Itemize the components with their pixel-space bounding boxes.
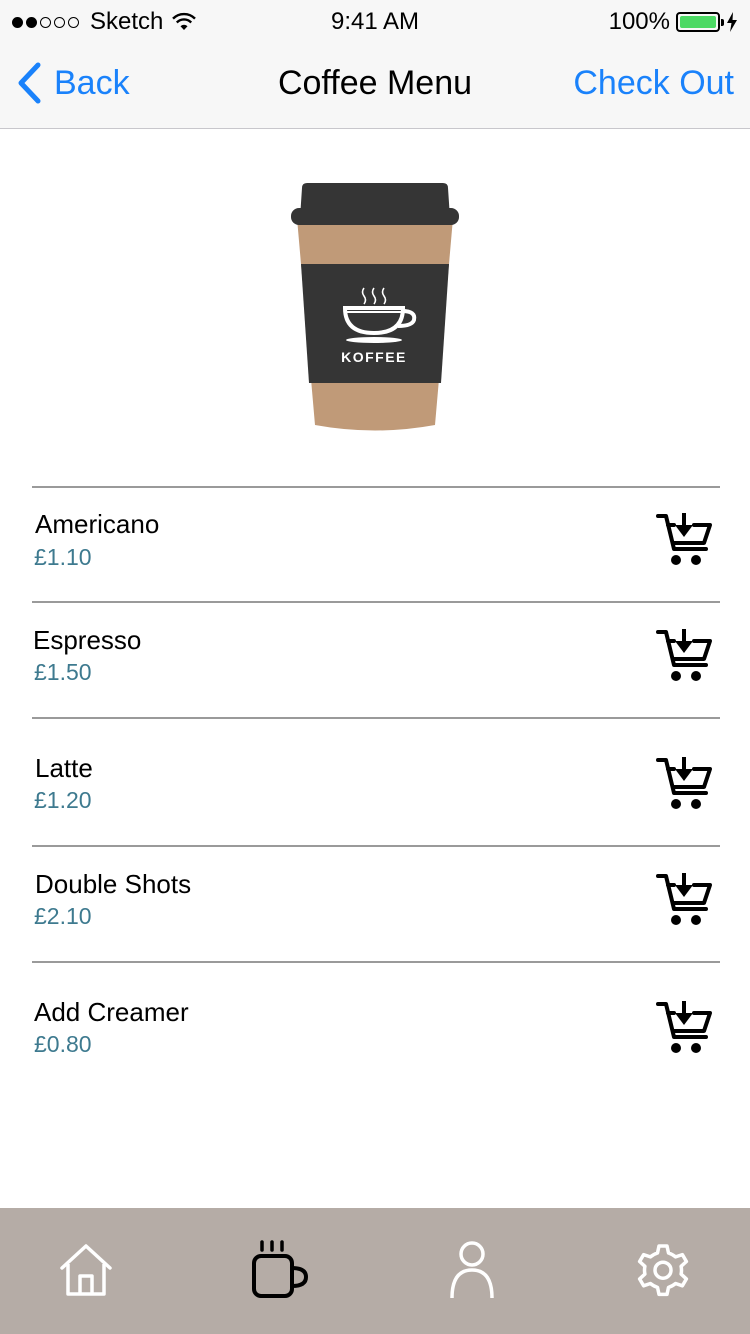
menu-item-add-creamer[interactable]: Add Creamer £0.80 [32, 961, 720, 1089]
item-price: £1.20 [34, 787, 92, 813]
status-right: 100% [609, 8, 738, 36]
item-name: Latte [35, 753, 93, 783]
profile-icon[interactable] [440, 1238, 504, 1302]
add-to-cart-icon[interactable] [656, 1001, 712, 1055]
item-price: £2.10 [34, 903, 92, 929]
coffee-menu-list: Americano £1.10 Espresso £1.50 Latte £1.… [32, 486, 720, 1089]
battery-percentage: 100% [608, 8, 670, 35]
item-name: Americano [35, 509, 160, 539]
menu-item-latte[interactable]: Latte £1.20 [32, 717, 720, 845]
status-bar: Sketch 9:41 AM 100% [0, 0, 750, 40]
coffee-mug-icon[interactable] [248, 1238, 312, 1302]
item-price: £0.80 [34, 1031, 92, 1057]
add-to-cart-icon[interactable] [656, 629, 712, 683]
menu-item-americano[interactable]: Americano £1.10 [32, 486, 720, 601]
item-price: £1.10 [34, 544, 92, 570]
home-icon[interactable] [54, 1238, 118, 1302]
item-name: Add Creamer [34, 997, 189, 1027]
battery-icon [676, 12, 724, 32]
add-to-cart-icon[interactable] [656, 757, 712, 811]
charging-bolt-icon [727, 12, 737, 32]
check-out-button[interactable]: Check Out [573, 64, 734, 103]
add-to-cart-icon[interactable] [656, 873, 712, 927]
tab-bar [0, 1208, 750, 1334]
settings-gear-icon[interactable] [631, 1238, 695, 1302]
battery-fill [680, 16, 716, 28]
item-name: Espresso [33, 625, 142, 655]
coffee-menu-screen: Sketch 9:41 AM 100% Back Coffee Menu Che… [0, 0, 750, 1334]
item-name: Double Shots [35, 869, 192, 899]
add-to-cart-icon[interactable] [656, 513, 712, 567]
coffee-cup-illustration: KOFFEE [291, 183, 459, 431]
koffee-logo-text: KOFFEE [341, 349, 407, 365]
navigation-bar: Back Coffee Menu Check Out [0, 40, 750, 129]
item-price: £1.50 [34, 659, 92, 685]
menu-item-espresso[interactable]: Espresso £1.50 [32, 601, 720, 717]
menu-item-double-shots[interactable]: Double Shots £2.10 [32, 845, 720, 961]
